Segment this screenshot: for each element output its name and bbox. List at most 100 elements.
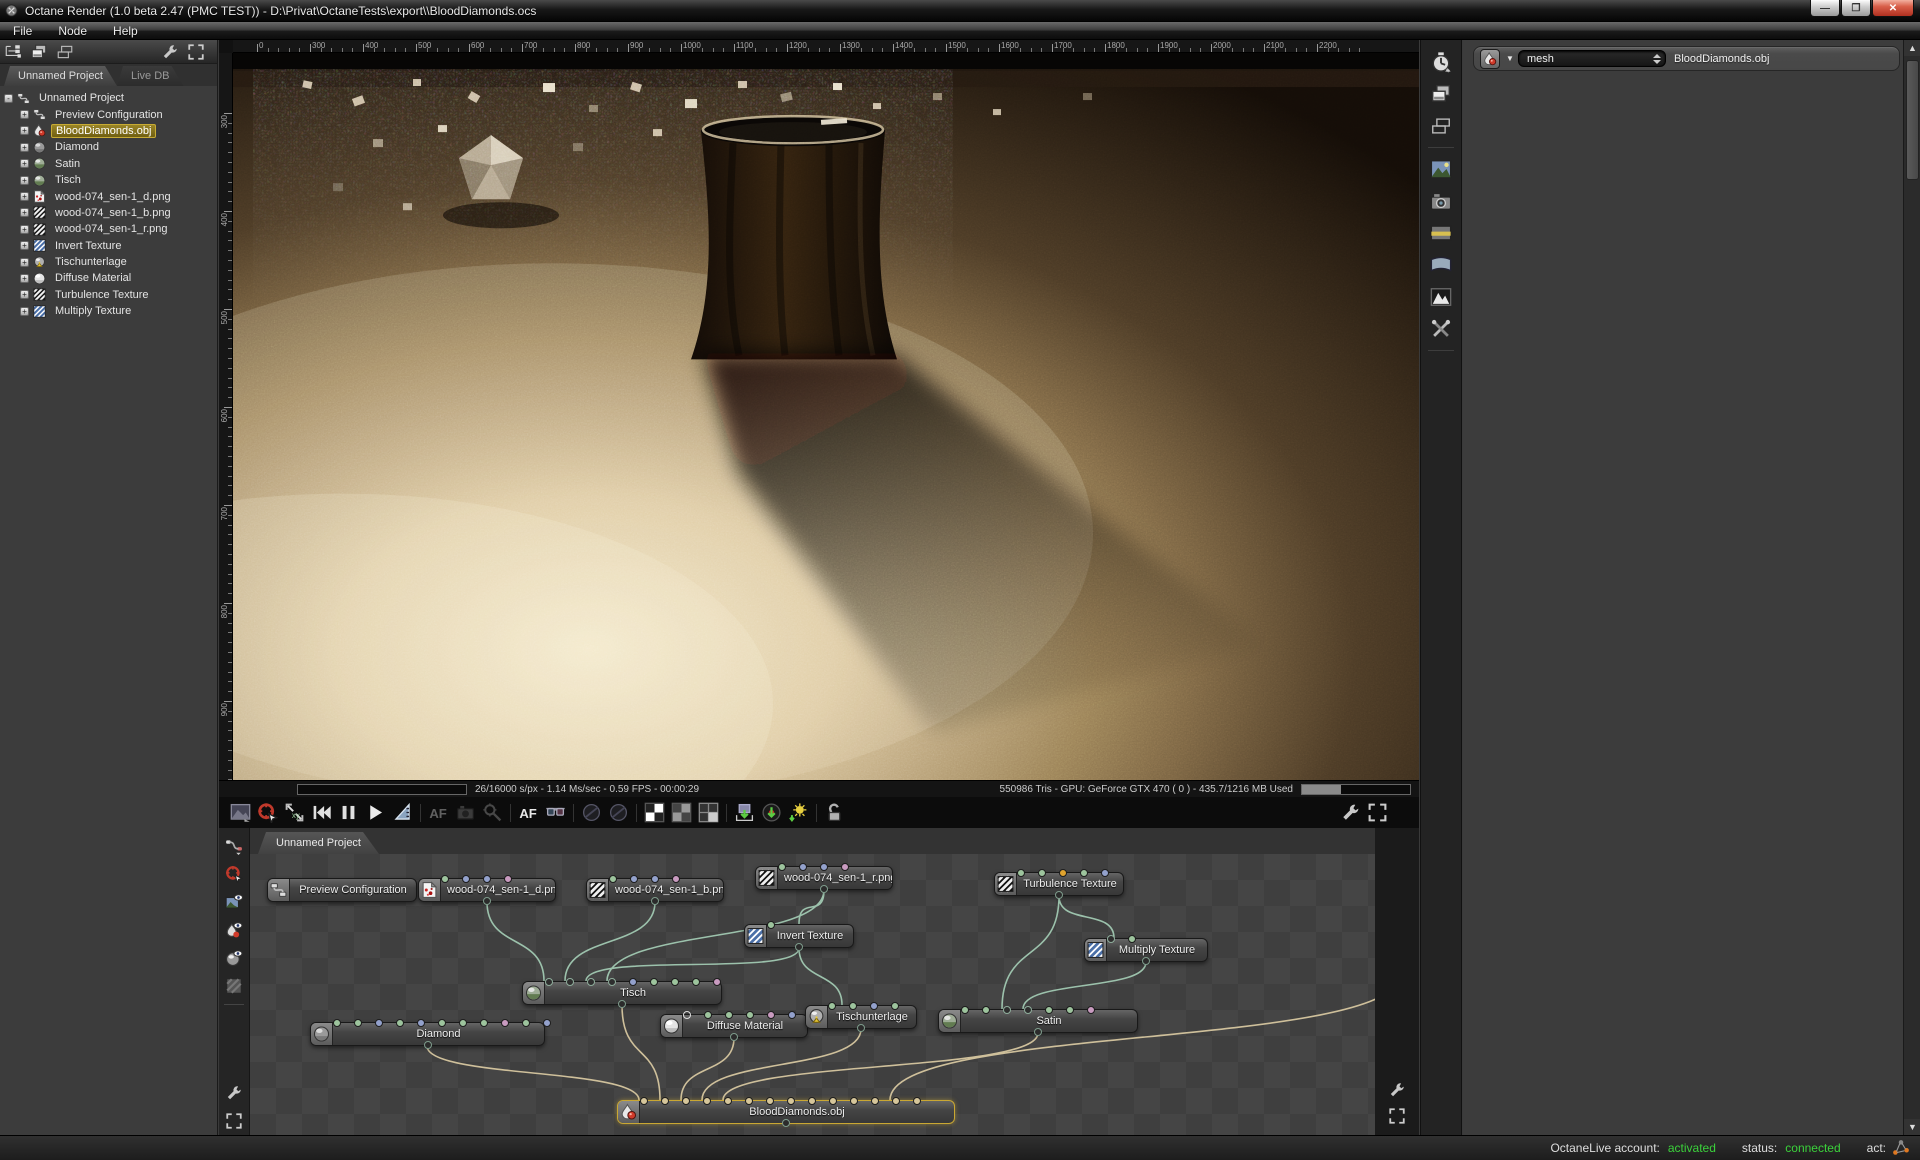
node-port[interactable] — [892, 1097, 900, 1105]
scroll-thumb[interactable] — [1906, 60, 1919, 180]
node-preview[interactable]: Preview Configuration — [267, 878, 417, 902]
expand-icon[interactable] — [1367, 802, 1388, 823]
expand-toggle[interactable]: + — [20, 273, 29, 283]
node-wood_b[interactable]: wood-074_sen-1_b.png — [586, 875, 724, 905]
tree-item-multiply-texture[interactable]: + Multiply Texture — [4, 303, 217, 319]
node-port[interactable] — [724, 1097, 732, 1105]
tree-item-wood-074-sen-1-d-png[interactable]: + wood-074_sen-1_d.png — [4, 188, 217, 204]
node-output-port[interactable] — [618, 1000, 626, 1008]
node-port[interactable] — [1101, 869, 1109, 877]
node-port[interactable] — [849, 1002, 857, 1010]
checker2-icon[interactable] — [671, 802, 692, 823]
node-port[interactable] — [703, 1097, 711, 1105]
expand-toggle[interactable]: + — [20, 142, 29, 152]
layers2-icon[interactable] — [1430, 115, 1452, 137]
node-port[interactable] — [828, 1002, 836, 1010]
node-output-port[interactable] — [483, 897, 491, 905]
node-port[interactable] — [841, 863, 849, 871]
node-port[interactable] — [651, 875, 659, 883]
node-port[interactable] — [799, 863, 807, 871]
film-icon[interactable] — [1430, 222, 1452, 244]
menu-item-help[interactable]: Help — [100, 24, 151, 38]
node-port[interactable] — [1080, 869, 1088, 877]
node-port[interactable] — [396, 1019, 404, 1027]
node-port[interactable] — [459, 1019, 467, 1027]
eye-sph-icon[interactable] — [225, 949, 243, 967]
collapse-toggle[interactable]: - — [4, 93, 13, 103]
node-port[interactable] — [566, 978, 574, 986]
sphere-dark-icon[interactable] — [608, 802, 629, 823]
export-icon[interactable] — [734, 802, 755, 823]
node-port[interactable] — [766, 1097, 774, 1105]
landscape-icon[interactable] — [1430, 158, 1452, 180]
expand-toggle[interactable]: + — [20, 290, 29, 300]
node-port[interactable] — [501, 1019, 509, 1027]
tree-item-wood-074-sen-1-b-png[interactable]: + wood-074_sen-1_b.png — [4, 205, 217, 221]
tree-item-wood-074-sen-1-r-png[interactable]: + wood-074_sen-1_r.png — [4, 221, 217, 237]
node-port[interactable] — [375, 1019, 383, 1027]
resize-icon[interactable]: xy — [284, 802, 305, 823]
node-port[interactable] — [1087, 1006, 1095, 1014]
node-graph-canvas[interactable]: Preview Configuration wood-074_sen-1_d.pn… — [250, 854, 1375, 1135]
node-port[interactable] — [746, 1011, 754, 1019]
node-output-port[interactable] — [730, 1033, 738, 1041]
BloodDiamonds.obj-type-dropdown[interactable]: mesh — [1518, 50, 1666, 67]
node-port[interactable] — [1017, 869, 1025, 877]
play-icon[interactable] — [365, 802, 386, 823]
disc-icon[interactable] — [761, 802, 782, 823]
node-port[interactable] — [504, 875, 512, 883]
rew-icon[interactable] — [311, 802, 332, 823]
node-port[interactable] — [640, 1097, 648, 1105]
collapse-caret[interactable]: ▼ — [1506, 54, 1518, 63]
tree-icon[interactable] — [4, 43, 22, 61]
node-port[interactable] — [671, 978, 679, 986]
expand-icon[interactable] — [225, 1112, 243, 1130]
node-wood_d[interactable]: wood-074_sen-1_d.png — [418, 875, 556, 905]
expand-toggle[interactable]: + — [20, 257, 29, 267]
histo-icon[interactable] — [1430, 286, 1452, 308]
node-port[interactable] — [1128, 935, 1136, 943]
pick-dim-icon[interactable] — [482, 802, 503, 823]
node-output-port[interactable] — [423, 1041, 432, 1049]
tree-item-turbulence-texture[interactable]: + Turbulence Texture — [4, 287, 217, 303]
eye-img-icon[interactable] — [225, 893, 243, 911]
node-port[interactable] — [543, 1019, 551, 1027]
af-icon[interactable]: AF — [518, 802, 539, 823]
sphere-dark-icon[interactable] — [581, 802, 602, 823]
expand-toggle[interactable]: + — [20, 241, 29, 251]
node-port[interactable] — [913, 1097, 921, 1105]
node-output-port[interactable] — [1034, 1028, 1042, 1036]
node-port[interactable] — [522, 1019, 530, 1027]
node-port[interactable] — [788, 1011, 796, 1019]
node-editor-tab[interactable]: Unnamed Project — [258, 832, 379, 854]
node-output-port[interactable] — [782, 1119, 790, 1127]
node-port[interactable] — [787, 1097, 795, 1105]
node-port[interactable] — [462, 875, 470, 883]
node-port[interactable] — [354, 1019, 362, 1027]
node-port[interactable] — [850, 1097, 858, 1105]
node-port[interactable] — [630, 875, 638, 883]
wrench-icon[interactable] — [1340, 802, 1361, 823]
node-port[interactable] — [982, 1006, 990, 1014]
expand-toggle[interactable]: + — [20, 224, 29, 234]
pano-icon[interactable] — [1430, 254, 1452, 276]
node-port[interactable] — [870, 1002, 878, 1010]
ruler-icon[interactable] — [392, 802, 413, 823]
eye-mat-icon[interactable] — [225, 921, 243, 939]
node-port[interactable] — [608, 978, 616, 986]
node-port[interactable] — [545, 978, 553, 986]
node-port[interactable] — [820, 863, 828, 871]
tree-item-unnamed-project[interactable]: - Unnamed Project — [4, 90, 217, 106]
expand-toggle[interactable]: + — [20, 175, 29, 185]
node-tisch[interactable]: Tisch — [522, 978, 722, 1008]
node-port[interactable] — [587, 978, 595, 986]
node-port[interactable] — [871, 1097, 879, 1105]
expand-toggle[interactable]: + — [20, 126, 29, 136]
node-port[interactable] — [1003, 1006, 1011, 1014]
pause-icon[interactable] — [338, 802, 359, 823]
tree-item-preview-configuration[interactable]: + Preview Configuration — [4, 106, 217, 122]
scroll-up-arrow[interactable]: ▲ — [1904, 40, 1920, 56]
node-port[interactable] — [629, 978, 637, 986]
layers-icon[interactable] — [1430, 83, 1452, 105]
expand-toggle[interactable]: + — [20, 208, 29, 218]
